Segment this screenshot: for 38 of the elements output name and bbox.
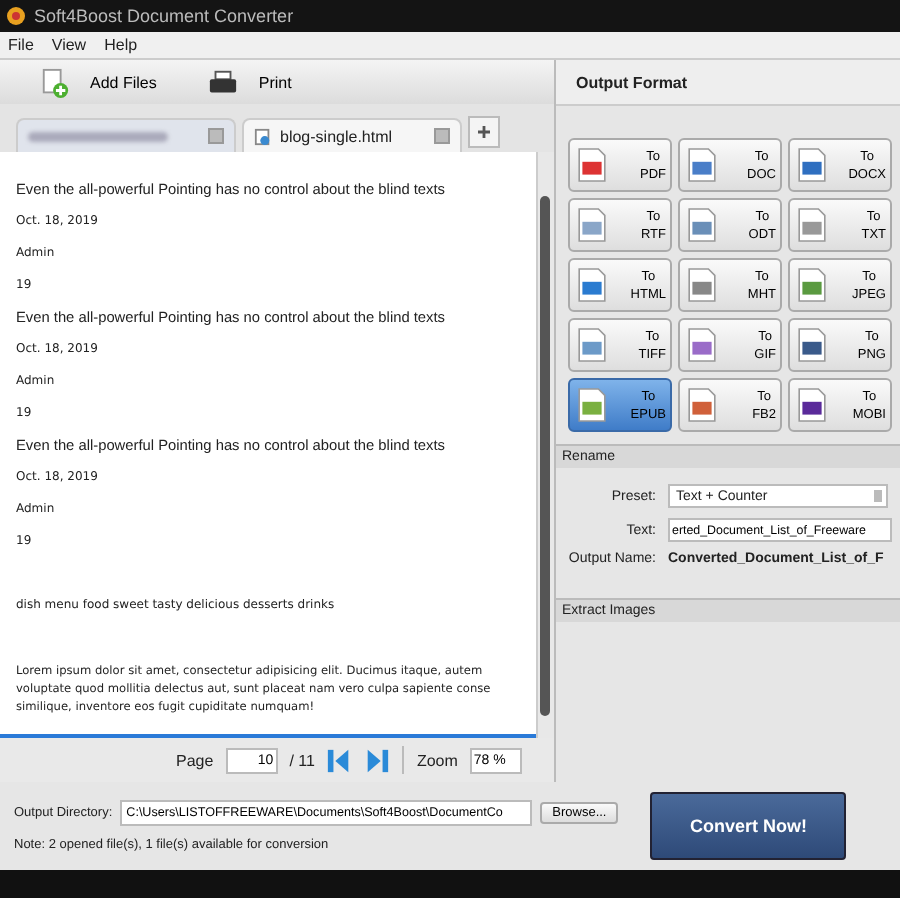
page-label: Page [176,751,214,769]
plus-icon [476,124,492,140]
document-icon [576,206,608,244]
document-icon [796,386,828,424]
document-icon [576,266,608,304]
tab-label: blog-single.html [280,127,393,145]
menu-item[interactable]: Help [104,36,138,54]
document-icon [576,386,608,424]
document-icon [686,326,718,364]
document-icon [796,206,828,244]
toolbar-button[interactable]: Print [200,63,300,101]
document-icon [796,146,828,184]
toolbar-button[interactable]: Add Files [32,63,165,101]
document-icon [796,326,828,364]
menu-item[interactable]: File [8,36,34,54]
panel-title: Output Format [556,60,900,106]
window-title: Soft4Boost Document Converter [34,6,294,26]
document-icon [796,266,828,304]
convert-button[interactable]: Convert Now! [650,792,847,860]
document-icon [686,146,718,184]
scrollbar[interactable] [536,152,554,738]
add-tab-button[interactable] [468,116,500,148]
document-icon [576,146,608,184]
document-tab[interactable] [16,118,236,152]
page-total: / 11 [289,751,315,769]
document-icon [686,266,718,304]
menu-item[interactable]: View [51,36,87,54]
last-page-icon[interactable] [364,747,391,773]
document-icon [686,386,718,424]
document-tab[interactable]: blog-single.html [242,118,462,152]
printer-icon [208,67,239,97]
document-icon [576,326,608,364]
web-page-icon [254,127,272,145]
document-icon [686,206,718,244]
zoom-label: Zoom [416,751,458,769]
app-logo-icon [6,6,26,26]
first-page-icon[interactable] [326,747,353,773]
add-file-icon [40,67,70,97]
